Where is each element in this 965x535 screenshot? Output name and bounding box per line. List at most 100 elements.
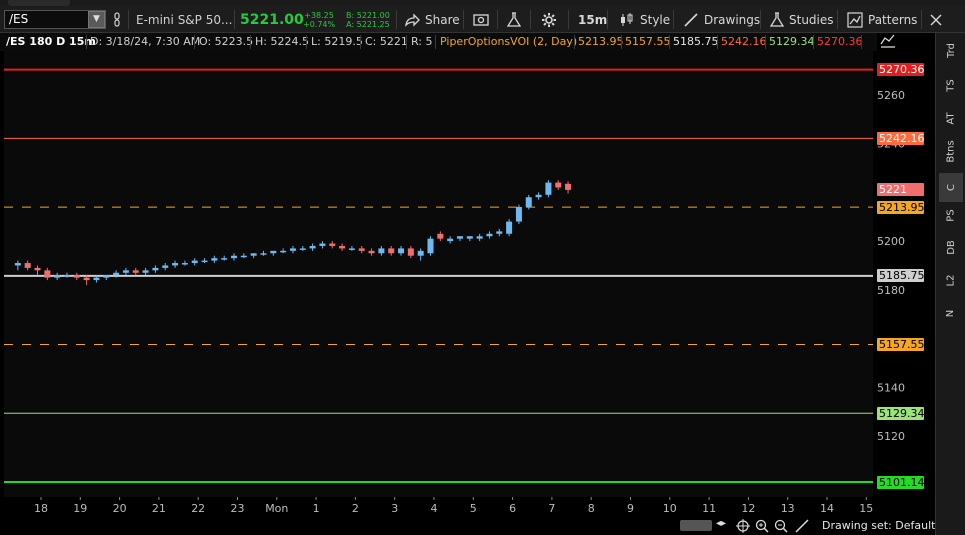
time-tick-label: 6 bbox=[509, 502, 516, 515]
candle[interactable] bbox=[329, 241, 336, 249]
timeframe-button[interactable]: 15m bbox=[578, 6, 607, 33]
horizontal-scrollbar[interactable] bbox=[680, 520, 712, 531]
price-tag: 5242.16 bbox=[877, 131, 925, 145]
candle[interactable] bbox=[486, 231, 493, 239]
rail-tab-label: TS bbox=[945, 79, 957, 92]
candle[interactable] bbox=[142, 267, 149, 276]
candle[interactable] bbox=[368, 248, 375, 256]
style-button[interactable]: Style bbox=[619, 6, 670, 33]
candle[interactable] bbox=[162, 263, 169, 271]
candle[interactable] bbox=[506, 219, 513, 237]
rail-tab-btns[interactable]: Btns bbox=[939, 137, 963, 166]
candle[interactable] bbox=[427, 236, 434, 256]
zoom-out-icon[interactable] bbox=[774, 519, 788, 533]
drawing-set-label[interactable]: Drawing set: Default bbox=[822, 519, 935, 532]
candle[interactable] bbox=[221, 255, 228, 261]
candle[interactable] bbox=[339, 243, 346, 251]
candle[interactable] bbox=[289, 245, 296, 254]
candle[interactable] bbox=[358, 245, 365, 254]
rail-tab-trd[interactable]: Trd bbox=[939, 36, 963, 65]
study-value: 5129.34 bbox=[769, 35, 815, 48]
candle[interactable] bbox=[73, 272, 80, 281]
candle[interactable] bbox=[172, 260, 179, 268]
close-icon[interactable] bbox=[929, 6, 943, 33]
rail-tab-ps[interactable]: PS bbox=[939, 201, 963, 230]
candle[interactable] bbox=[132, 267, 139, 276]
symbol-dropdown-icon[interactable]: ▼ bbox=[88, 11, 105, 28]
gear-icon[interactable] bbox=[541, 6, 557, 33]
candle[interactable] bbox=[319, 241, 326, 249]
candle[interactable] bbox=[437, 231, 444, 242]
candle[interactable] bbox=[555, 180, 562, 190]
candle[interactable] bbox=[211, 255, 218, 264]
candle[interactable] bbox=[476, 233, 483, 242]
candle[interactable] bbox=[545, 180, 552, 198]
chart-title[interactable]: /ES 180 D 15m bbox=[6, 33, 96, 51]
candle[interactable] bbox=[309, 243, 316, 251]
candle[interactable] bbox=[270, 250, 277, 256]
candle[interactable] bbox=[240, 253, 247, 259]
time-axis[interactable]: 18 19 20 21 22 23 Mon 1 2 3 4 5 6 7 8 9 10 11 12 13 14 15 bbox=[0, 497, 877, 517]
drawings-button[interactable]: Drawings bbox=[683, 6, 760, 33]
candle[interactable] bbox=[152, 265, 159, 273]
chart-settings-icon[interactable] bbox=[878, 33, 898, 50]
candle[interactable] bbox=[122, 267, 129, 276]
candle[interactable] bbox=[250, 253, 257, 259]
study-value: 5270.36 bbox=[817, 35, 863, 48]
candle[interactable] bbox=[456, 236, 463, 242]
price-axis[interactable]: 526052405200518051405120 bbox=[873, 51, 935, 514]
crosshair-icon[interactable] bbox=[736, 519, 750, 533]
candle[interactable] bbox=[496, 228, 503, 237]
candle[interactable] bbox=[54, 272, 61, 281]
candle[interactable] bbox=[447, 236, 454, 244]
candle[interactable] bbox=[24, 260, 31, 271]
candle[interactable] bbox=[299, 245, 306, 251]
candle[interactable] bbox=[348, 245, 355, 251]
rail-tab-ts[interactable]: TS bbox=[939, 71, 963, 100]
candle[interactable] bbox=[191, 258, 198, 266]
candle[interactable] bbox=[466, 236, 473, 242]
flask-icon bbox=[770, 11, 784, 27]
zoom-in-icon[interactable] bbox=[755, 519, 769, 533]
rail-tab-label: L2 bbox=[945, 274, 957, 287]
candle[interactable] bbox=[103, 275, 110, 281]
last-price: 5221.00 bbox=[240, 11, 304, 28]
candle[interactable] bbox=[378, 245, 385, 256]
candle[interactable] bbox=[407, 245, 414, 259]
rail-tab-c[interactable]: C bbox=[939, 173, 963, 202]
studies-button[interactable]: Studies bbox=[770, 6, 834, 33]
rail-tab-at[interactable]: AT bbox=[939, 104, 963, 133]
candle[interactable] bbox=[398, 245, 405, 256]
scroll-arrows-icon[interactable]: ◂▸ bbox=[716, 518, 730, 532]
bid-ask-block: B: 5221.00 A: 5221.25 bbox=[346, 6, 390, 33]
link-icon[interactable] bbox=[112, 6, 122, 33]
candle[interactable] bbox=[535, 192, 542, 200]
snapshot-icon[interactable] bbox=[473, 6, 489, 33]
candle[interactable] bbox=[565, 181, 572, 194]
candle[interactable] bbox=[34, 265, 41, 276]
time-tick-label: 3 bbox=[391, 502, 398, 515]
patterns-button[interactable]: Patterns bbox=[847, 6, 917, 33]
draw-line-icon[interactable] bbox=[795, 519, 809, 533]
study-name[interactable]: PiperOptionsVOI (2, Day) bbox=[440, 33, 577, 51]
candles-icon bbox=[621, 12, 633, 26]
bar-open: O: 5223.5 bbox=[199, 35, 254, 48]
candle[interactable] bbox=[181, 260, 188, 266]
rail-tab-n[interactable]: N bbox=[939, 299, 963, 328]
study-value: 5157.55 bbox=[625, 35, 671, 48]
candle[interactable] bbox=[260, 250, 267, 256]
candle[interactable] bbox=[44, 267, 51, 281]
candle[interactable] bbox=[231, 253, 238, 261]
candle[interactable] bbox=[201, 258, 208, 264]
price-chart[interactable] bbox=[4, 51, 873, 514]
candle[interactable] bbox=[14, 260, 21, 271]
study-value: 5185.75 bbox=[673, 35, 719, 48]
flask-icon[interactable] bbox=[507, 6, 521, 33]
candle[interactable] bbox=[417, 248, 424, 261]
rail-tab-db[interactable]: DB bbox=[939, 233, 963, 262]
candle[interactable] bbox=[388, 245, 395, 256]
share-button[interactable]: Share bbox=[404, 6, 460, 33]
rail-tab-l2[interactable]: L2 bbox=[939, 266, 963, 295]
candle[interactable] bbox=[515, 204, 522, 225]
candle[interactable] bbox=[280, 248, 287, 254]
